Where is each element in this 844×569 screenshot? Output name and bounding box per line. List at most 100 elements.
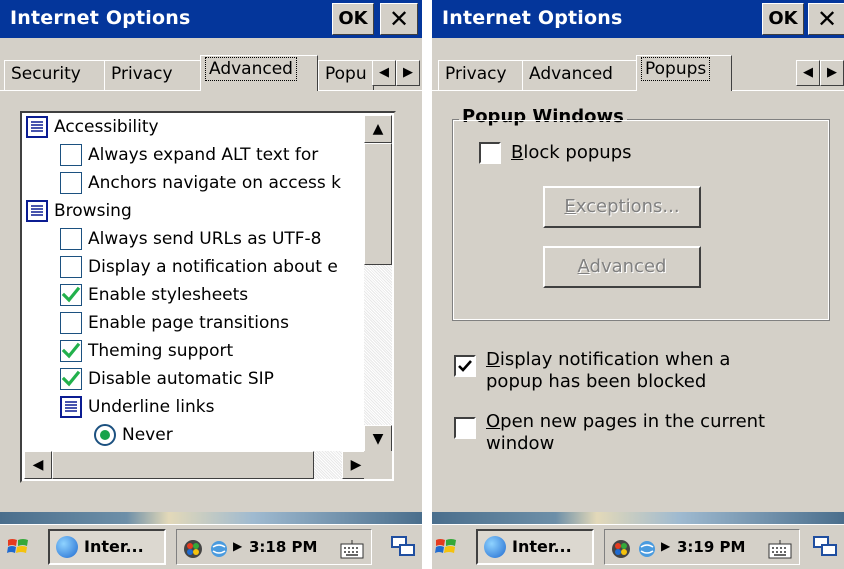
- checkbox-icon[interactable]: [60, 312, 82, 334]
- tree-option-display-a-notification-about-e[interactable]: Display a notification about e: [60, 255, 338, 283]
- left-screen: Internet Options OK ✕ Security Privacy A…: [0, 0, 422, 569]
- close-button[interactable]: ✕: [808, 3, 844, 35]
- keyboard-icon[interactable]: [767, 538, 793, 562]
- tree-option-enable-page-transitions[interactable]: Enable page transitions: [60, 311, 289, 339]
- dialog-body: Security Privacy Advanced Popu ◀ ▶ Acces…: [0, 38, 422, 512]
- system-tray: ▶ 3:18 PM: [176, 529, 372, 565]
- tab-advanced[interactable]: Advanced: [522, 60, 638, 90]
- tree-item-label: Anchors navigate on access k: [88, 173, 341, 193]
- scroll-down-button[interactable]: ▼: [364, 425, 392, 453]
- tree-category-underline-links[interactable]: Underline links: [60, 395, 214, 423]
- exceptions-button[interactable]: Exceptions...: [543, 186, 701, 228]
- tab-popups[interactable]: Popu: [318, 60, 374, 90]
- clock: 3:19 PM: [677, 538, 746, 556]
- checkbox-icon[interactable]: [60, 256, 82, 278]
- display-notification-checkbox[interactable]: [454, 355, 476, 377]
- tray-expand-arrow-icon[interactable]: ▶: [661, 539, 670, 553]
- desktop-switch-icon[interactable]: [812, 535, 840, 559]
- open-new-pages-option[interactable]: Open new pages in the current window: [454, 411, 765, 455]
- taskbar: Inter... ▶ 3:19 PM: [432, 524, 844, 569]
- checkbox-icon[interactable]: [60, 368, 82, 390]
- vertical-scrollbar[interactable]: ▲ ▼: [364, 115, 392, 453]
- tab-popups-label: Popups: [640, 57, 711, 81]
- tree-category-accessibility[interactable]: Accessibility: [26, 115, 159, 143]
- tree-item-label: Accessibility: [54, 117, 159, 137]
- tab-popups[interactable]: Popups: [636, 55, 732, 91]
- popup-windows-group: Popup Windows Block popups Exceptions...…: [452, 106, 830, 321]
- tree-option-enable-stylesheets[interactable]: Enable stylesheets: [60, 283, 248, 311]
- radio-selected-icon[interactable]: [94, 424, 116, 446]
- popups-page: Popup Windows Block popups Exceptions...…: [432, 90, 844, 512]
- window-title: Internet Options: [442, 7, 623, 29]
- vertical-scroll-thumb[interactable]: [364, 143, 392, 265]
- taskbar-internet-button[interactable]: Inter...: [48, 529, 166, 565]
- tab-advanced-label: Advanced: [205, 57, 297, 81]
- keyboard-icon[interactable]: [339, 538, 365, 562]
- title-bar: Internet Options OK ✕: [432, 0, 844, 38]
- tree-option-always-send-urls-as-utf-8[interactable]: Always send URLs as UTF-8: [60, 227, 322, 255]
- ok-button[interactable]: OK: [762, 3, 804, 35]
- ok-button[interactable]: OK: [332, 3, 374, 35]
- checkbox-icon[interactable]: [60, 284, 82, 306]
- windows-start-icon[interactable]: [6, 535, 30, 559]
- internet-explorer-icon: [56, 536, 78, 558]
- tree-category-browsing[interactable]: Browsing: [26, 199, 132, 227]
- network-icon[interactable]: [637, 539, 657, 559]
- checkbox-icon[interactable]: [60, 144, 82, 166]
- checkbox-icon[interactable]: [60, 172, 82, 194]
- tree-item-label: Underline links: [88, 397, 215, 417]
- connectivity-icon[interactable]: [183, 539, 203, 559]
- block-popups-option[interactable]: Block popups: [479, 142, 632, 164]
- tree-option-always-expand-alt-text-for[interactable]: Always expand ALT text for: [60, 143, 318, 171]
- tree-item-label: Never: [122, 425, 173, 445]
- block-popups-checkbox[interactable]: [479, 142, 501, 164]
- tree-item-label: Disable automatic SIP: [88, 369, 274, 389]
- tab-scroll-left-button[interactable]: ◀: [372, 60, 396, 86]
- tab-scroll: ◀ ▶: [796, 60, 844, 86]
- tree-option-disable-automatic-sip[interactable]: Disable automatic SIP: [60, 367, 274, 395]
- tab-scroll: ◀ ▶: [372, 60, 420, 86]
- tree-option-anchors-navigate-on-access-k[interactable]: Anchors navigate on access k: [60, 171, 341, 199]
- close-button[interactable]: ✕: [380, 3, 418, 35]
- tab-scroll-right-button[interactable]: ▶: [396, 60, 420, 86]
- internet-explorer-icon: [484, 536, 506, 558]
- settings-tree: Accessibility Always expand ALT text for A…: [20, 111, 396, 483]
- horizontal-scrollbar[interactable]: ◀ ▶: [24, 451, 370, 479]
- tab-advanced[interactable]: Advanced: [200, 55, 318, 91]
- open-new-pages-checkbox[interactable]: [454, 417, 476, 439]
- tree-item-label: Always expand ALT text for: [88, 145, 319, 165]
- tree-item-label: Display a notification about e: [88, 257, 338, 277]
- horizontal-scroll-thumb[interactable]: [52, 451, 314, 479]
- display-notification-option[interactable]: Display notification when a popup has be…: [454, 349, 730, 393]
- tree-item-label: Always send URLs as UTF-8: [88, 229, 322, 249]
- scroll-up-button[interactable]: ▲: [364, 115, 392, 143]
- windows-start-icon[interactable]: [434, 535, 458, 559]
- tab-privacy[interactable]: Privacy: [438, 60, 524, 90]
- category-icon: [60, 396, 82, 418]
- tab-scroll-left-button[interactable]: ◀: [796, 60, 820, 86]
- desktop-switch-icon[interactable]: [390, 535, 418, 559]
- advanced-page: Accessibility Always expand ALT text for A…: [0, 90, 422, 512]
- system-tray: ▶ 3:19 PM: [604, 529, 800, 565]
- tree-radio-never[interactable]: Never: [94, 423, 173, 451]
- network-icon[interactable]: [209, 539, 229, 559]
- advanced-button[interactable]: Advanced: [543, 246, 701, 288]
- right-screen: Internet Options OK ✕ Privacy Advanced P…: [432, 0, 844, 569]
- connectivity-icon[interactable]: [611, 539, 631, 559]
- tab-security[interactable]: Security: [4, 60, 106, 90]
- scroll-corner: [364, 451, 392, 479]
- tab-privacy[interactable]: Privacy: [104, 60, 202, 90]
- tab-scroll-right-button[interactable]: ▶: [820, 60, 844, 86]
- tree-content: Accessibility Always expand ALT text for A…: [24, 115, 368, 453]
- tray-expand-arrow-icon[interactable]: ▶: [233, 539, 242, 553]
- tree-option-theming-support[interactable]: Theming support: [60, 339, 233, 367]
- category-icon: [26, 116, 48, 138]
- checkbox-icon[interactable]: [60, 228, 82, 250]
- tree-item-label: Theming support: [88, 341, 234, 361]
- desktop-wallpaper-strip: [0, 512, 422, 524]
- taskbar-internet-button[interactable]: Inter...: [476, 529, 594, 565]
- window-title: Internet Options: [10, 7, 191, 29]
- checkbox-icon[interactable]: [60, 340, 82, 362]
- scroll-left-button[interactable]: ◀: [24, 451, 52, 479]
- group-title: Popup Windows: [459, 106, 627, 127]
